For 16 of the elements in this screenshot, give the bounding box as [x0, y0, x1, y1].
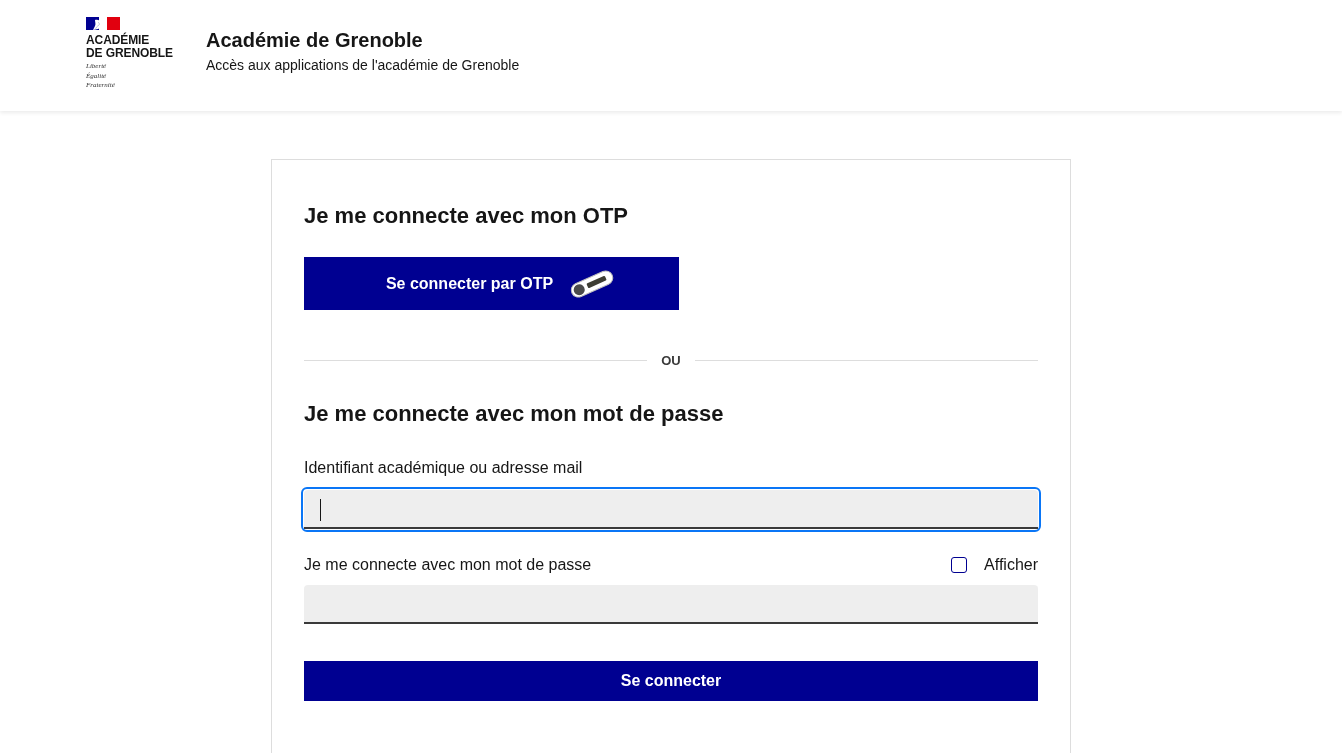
separator-text: OU	[661, 353, 681, 368]
login-button[interactable]: Se connecter	[304, 661, 1038, 701]
logo-wordmark: ACADÉMIE DE GRENOBLE	[86, 34, 173, 60]
section-title: Je me connecte avec mon OTP	[304, 202, 630, 230]
otp-login-button[interactable]: Se connecter par OTP	[304, 257, 679, 310]
input-field[interactable]	[304, 585, 1038, 624]
show-password-label: Afficher	[984, 555, 1038, 575]
section-title: Je me connecte avec mon mot de passe	[304, 400, 725, 428]
site-title: Académie de Grenoble	[206, 28, 423, 53]
input-field[interactable]	[301, 487, 1041, 532]
flag-icon	[86, 17, 120, 30]
show-password-checkbox[interactable]	[951, 557, 968, 573]
field-label: Je me connecte avec mon mot de passe	[304, 555, 592, 575]
field-label: Identifiant académique ou adresse mail	[304, 458, 583, 478]
text-cursor	[320, 499, 321, 521]
site-subtitle: Accès aux applications de l'académie de Grenoble	[206, 56, 520, 75]
